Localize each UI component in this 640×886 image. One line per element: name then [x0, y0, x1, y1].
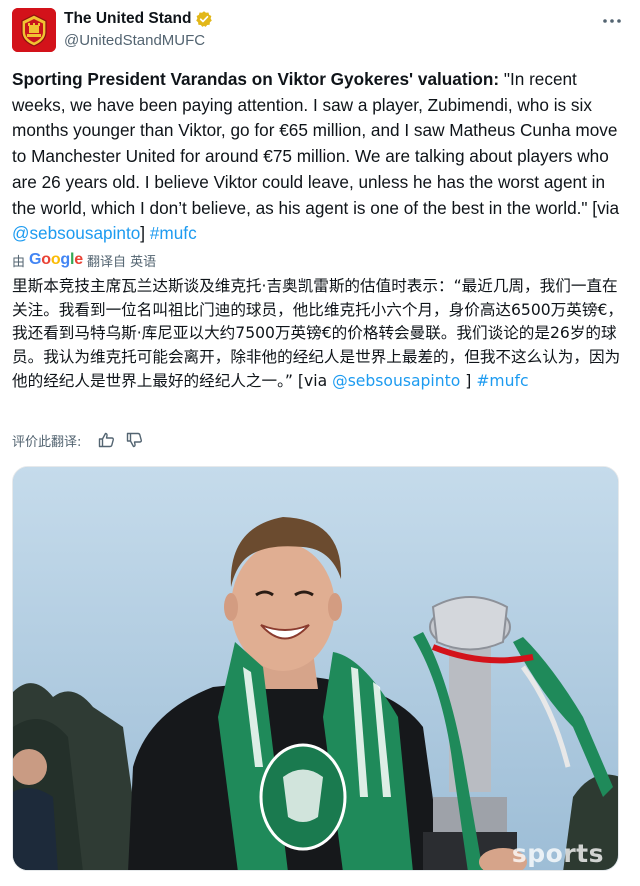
- tweet-text: Sporting President Varandas on Viktor Gy…: [12, 67, 622, 247]
- translation-bracket: ]: [460, 371, 477, 390]
- translation-body: 里斯本竞技主席瓦兰达斯谈及维克托·吉奥凯雷斯的估值时表示：“最近几周，我们一直在…: [12, 277, 623, 390]
- thumbs-up-icon[interactable]: [95, 430, 117, 450]
- translated-from-label: 翻译自 英语: [86, 254, 157, 270]
- translated-text: 里斯本竞技主席瓦兰达斯谈及维克托·吉奥凯雷斯的估值时表示：“最近几周，我们一直在…: [12, 275, 624, 394]
- thumbs-down-icon[interactable]: [123, 430, 145, 450]
- translated-by-bar: 由 Google 翻译自 英语: [12, 250, 156, 270]
- tweet-body: "In recent weeks, we have been paying at…: [12, 69, 620, 218]
- avatar[interactable]: [12, 8, 56, 52]
- tweet-bracket: ]: [140, 223, 150, 244]
- account-handle[interactable]: @UnitedStandMUFC: [64, 32, 213, 49]
- display-name[interactable]: The United Stand: [64, 10, 191, 28]
- google-logo-icon: Google: [29, 251, 83, 268]
- hashtag-link[interactable]: #mufc: [150, 223, 197, 243]
- crest-icon: [12, 8, 56, 52]
- more-options-icon[interactable]: [598, 10, 626, 32]
- translation-mention-link[interactable]: @sebsousapinto: [332, 372, 460, 390]
- rate-translation: 评价此翻译:: [12, 430, 145, 450]
- verified-badge-icon: [196, 11, 213, 27]
- tweet-bold-lead: Sporting President Varandas on Viktor Gy…: [12, 69, 500, 89]
- translated-prefix: 由: [12, 254, 26, 270]
- player-trophy-photo: [13, 467, 618, 870]
- tweet-header: The United Stand @UnitedStandMUFC: [12, 8, 628, 56]
- tweet-photo[interactable]: sports: [12, 466, 619, 871]
- rate-translation-label: 评价此翻译:: [12, 434, 82, 450]
- account-names: The United Stand @UnitedStandMUFC: [64, 9, 213, 49]
- translation-hashtag-link[interactable]: #mufc: [476, 372, 528, 390]
- watermark-text: sports: [511, 839, 604, 868]
- mention-link[interactable]: @sebsousapinto: [12, 223, 140, 243]
